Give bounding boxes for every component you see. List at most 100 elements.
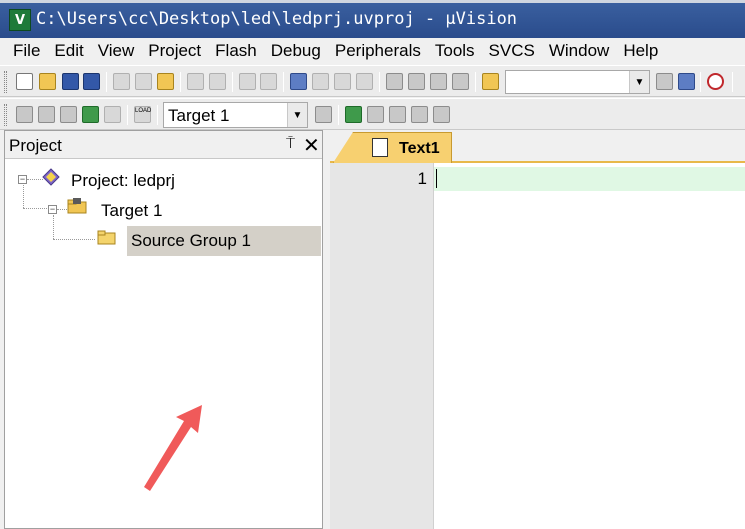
tree-item-project[interactable]: Project: ledprj [71, 171, 175, 191]
prev-bookmark-icon[interactable] [312, 73, 329, 90]
target-select-value: Target 1 [168, 106, 230, 125]
toolbar-separator [106, 72, 107, 92]
toolbar-separator [700, 72, 701, 92]
file-toolbar: ▼ [0, 65, 745, 97]
uncomment-icon[interactable] [452, 73, 469, 90]
toolbar-separator [127, 105, 128, 125]
toolbar-separator [338, 105, 339, 125]
collapse-target-toggle[interactable]: − [48, 205, 57, 214]
toolbar-separator [283, 72, 284, 92]
copy-icon[interactable] [135, 73, 152, 90]
group-folder-icon [97, 230, 116, 245]
build-icon[interactable] [38, 106, 55, 123]
annotation-arrow-icon [144, 405, 202, 491]
find-icon[interactable] [656, 73, 673, 90]
toolbar-separator [732, 72, 733, 92]
menu-bar: File Edit View Project Flash Debug Perip… [0, 38, 745, 64]
select-packs-icon[interactable] [389, 106, 406, 123]
current-line-highlight [434, 167, 745, 191]
menu-file[interactable]: File [13, 41, 40, 61]
line-number-gutter: 1 [330, 163, 434, 529]
close-icon[interactable]: ✕ [303, 133, 320, 158]
tree-connector [23, 185, 24, 208]
menu-debug[interactable]: Debug [271, 41, 321, 61]
editor-tab-strip: Text1 [330, 130, 745, 163]
undo-icon[interactable] [187, 73, 204, 90]
menu-flash[interactable]: Flash [215, 41, 257, 61]
target-folder-icon [67, 198, 87, 214]
save-all-icon[interactable] [83, 73, 100, 90]
menu-help[interactable]: Help [623, 41, 658, 61]
find-in-files-icon[interactable] [482, 73, 499, 90]
target-options-icon[interactable] [315, 106, 332, 123]
manage-components-icon[interactable] [345, 106, 362, 123]
manage-rte-icon[interactable] [411, 106, 428, 123]
toolbar-separator [180, 72, 181, 92]
target-select[interactable]: Target 1 ▼ [163, 102, 308, 128]
menu-svcs[interactable]: SVCS [489, 41, 535, 61]
menu-view[interactable]: View [98, 41, 135, 61]
navigate-forward-icon[interactable] [260, 73, 277, 90]
toolbar-grip[interactable] [4, 71, 7, 93]
open-file-icon[interactable] [39, 73, 56, 90]
tree-connector [53, 215, 54, 239]
project-icon [42, 168, 60, 186]
panel-splitter[interactable] [323, 130, 330, 529]
rebuild-icon[interactable] [60, 106, 77, 123]
collapse-project-toggle[interactable]: − [18, 175, 27, 184]
next-bookmark-icon[interactable] [334, 73, 351, 90]
chevron-down-icon[interactable]: ▼ [629, 71, 649, 93]
clear-bookmarks-icon[interactable] [356, 73, 373, 90]
cut-icon[interactable] [113, 73, 130, 90]
toolbar-separator [157, 105, 158, 125]
tree-item-target[interactable]: Target 1 [101, 201, 162, 221]
find-combo[interactable]: ▼ [505, 70, 650, 94]
menu-peripherals[interactable]: Peripherals [335, 41, 421, 61]
pin-icon[interactable]: ⍑ [286, 135, 295, 152]
toolbar-separator [232, 72, 233, 92]
line-number: 1 [417, 169, 427, 188]
document-icon [372, 138, 388, 157]
toolbar-grip[interactable] [4, 104, 7, 126]
menu-tools[interactable]: Tools [435, 41, 475, 61]
tab-text1[interactable]: Text1 [333, 132, 452, 163]
toolbar-separator [379, 72, 380, 92]
tree-connector [53, 239, 95, 240]
stop-build-icon[interactable] [104, 106, 121, 123]
tree-item-source-group[interactable]: Source Group 1 [131, 231, 251, 251]
unindent-icon[interactable] [408, 73, 425, 90]
menu-edit[interactable]: Edit [54, 41, 83, 61]
debug-session-icon[interactable] [707, 73, 724, 90]
comment-icon[interactable] [430, 73, 447, 90]
chevron-down-icon[interactable]: ▼ [287, 103, 307, 127]
translate-icon[interactable] [16, 106, 33, 123]
project-panel: Project ⍑ ✕ − Project: ledprj − Target 1… [4, 130, 323, 529]
incremental-find-icon[interactable] [678, 73, 695, 90]
indent-icon[interactable] [386, 73, 403, 90]
project-panel-header: Project ⍑ ✕ [5, 131, 322, 159]
bookmark-icon[interactable] [290, 73, 307, 90]
batch-build-icon[interactable] [82, 106, 99, 123]
save-icon[interactable] [62, 73, 79, 90]
new-file-icon[interactable] [16, 73, 33, 90]
pack-installer-icon[interactable] [433, 106, 450, 123]
code-editor[interactable] [434, 163, 745, 529]
tree-connector [57, 209, 67, 210]
paste-icon[interactable] [157, 73, 174, 90]
navigate-back-icon[interactable] [239, 73, 256, 90]
text-caret [436, 169, 437, 188]
editor-pane: Text1 1 [330, 130, 745, 529]
menu-project[interactable]: Project [148, 41, 201, 61]
download-icon[interactable]: LOAD [134, 106, 151, 123]
redo-icon[interactable] [209, 73, 226, 90]
file-extensions-icon[interactable] [367, 106, 384, 123]
project-panel-title: Project [9, 136, 62, 155]
uvision-app-icon: V [9, 9, 31, 31]
menu-window[interactable]: Window [549, 41, 609, 61]
build-toolbar: LOAD Target 1 ▼ [0, 98, 745, 130]
window-title: C:\Users\cc\Desktop\led\ledprj.uvproj - … [36, 9, 518, 29]
toolbar-separator [475, 72, 476, 92]
title-bar[interactable]: V C:\Users\cc\Desktop\led\ledprj.uvproj … [0, 0, 745, 38]
tree-connector [23, 208, 47, 209]
tab-label: Text1 [399, 140, 440, 157]
